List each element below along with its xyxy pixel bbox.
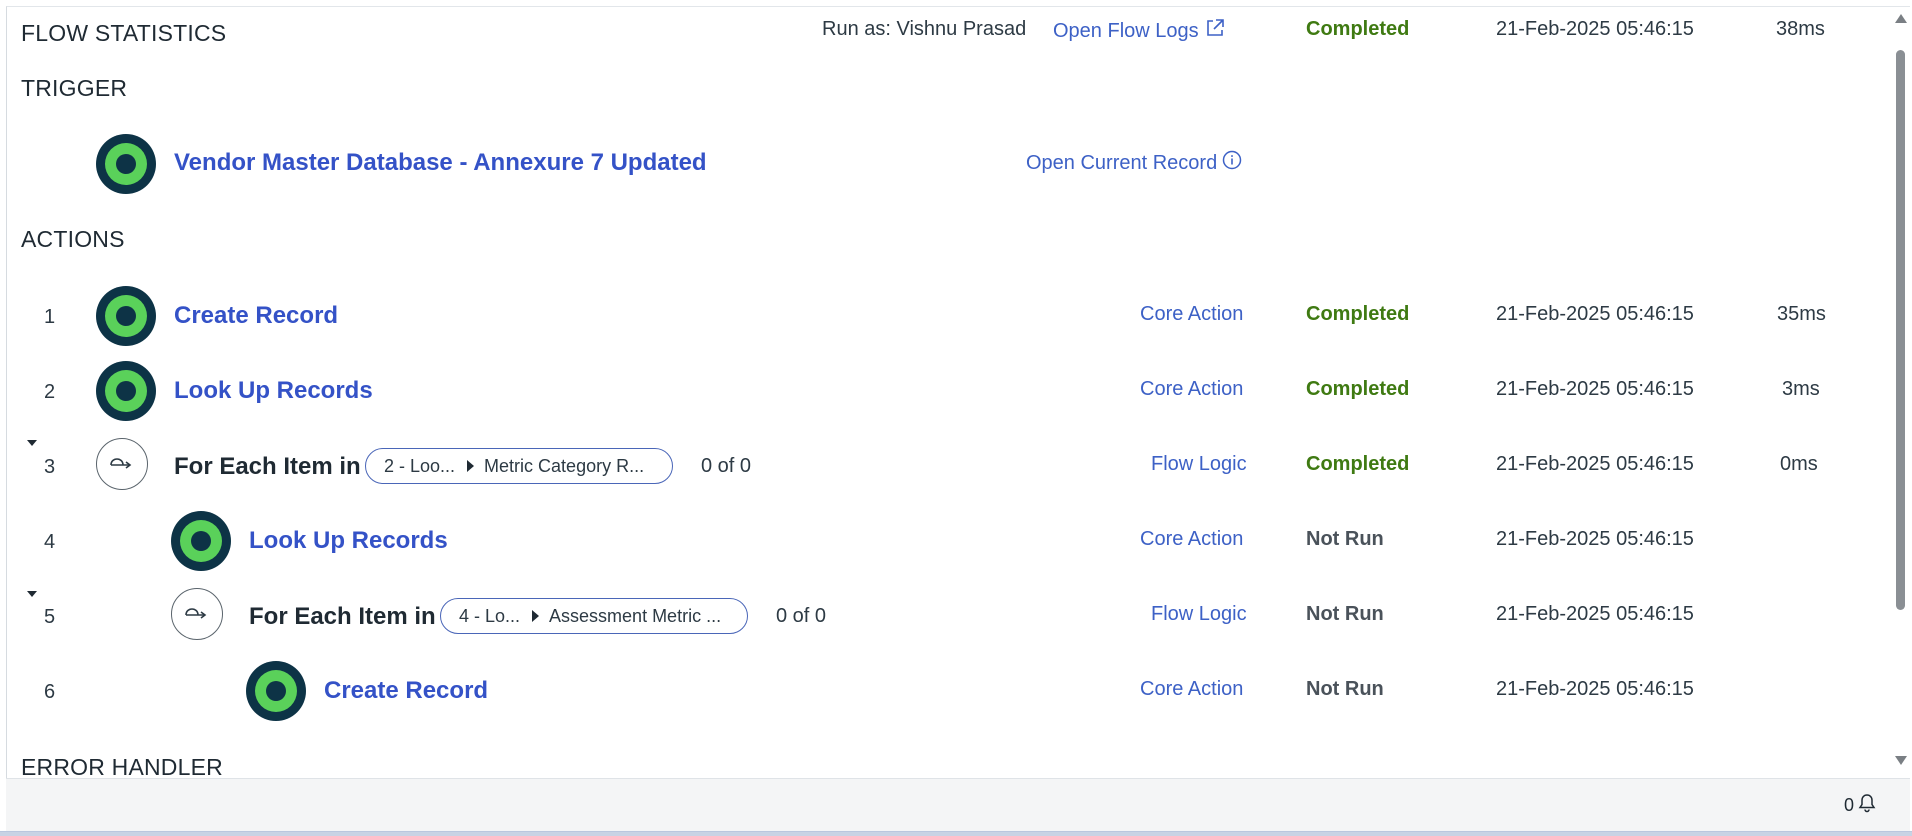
action-timestamp: 21-Feb-2025 05:46:15: [1496, 678, 1694, 700]
bell-icon: [1858, 793, 1876, 818]
action-status: Completed: [1306, 453, 1410, 475]
trigger-record-icon: [96, 134, 156, 194]
action-duration: 3ms: [1782, 378, 1820, 400]
action-title[interactable]: Create Record: [324, 677, 488, 705]
flow-timestamp: 21-Feb-2025 05:46:15: [1496, 18, 1694, 40]
data-pill[interactable]: 4 - Lo... Assessment Metric ...: [440, 598, 748, 634]
action-title[interactable]: Look Up Records: [174, 377, 373, 405]
pill-step-label: 2 - Loo...: [384, 455, 456, 476]
collapse-chevron-icon[interactable]: [27, 440, 37, 446]
action-number: 3: [44, 456, 56, 478]
loop-icon: [96, 438, 148, 490]
action-type[interactable]: Core Action: [1140, 528, 1243, 551]
action-duration: 35ms: [1777, 303, 1826, 325]
action-number: 2: [44, 381, 56, 403]
external-link-icon: [1205, 18, 1225, 44]
flow-duration: 38ms: [1776, 18, 1825, 40]
action-timestamp: 21-Feb-2025 05:46:15: [1496, 528, 1694, 550]
scroll-up-arrow-icon[interactable]: [1895, 14, 1907, 23]
flow-status: Completed: [1306, 18, 1410, 40]
action-number: 1: [44, 306, 56, 328]
notification-count: 0: [1843, 795, 1854, 815]
action-type[interactable]: Flow Logic: [1151, 453, 1247, 476]
action-type[interactable]: Core Action: [1140, 678, 1243, 701]
action-timestamp: 21-Feb-2025 05:46:15: [1496, 453, 1694, 475]
action-duration: 0ms: [1780, 453, 1818, 475]
action-title: For Each Item in: [249, 603, 436, 630]
loop-icon: [171, 588, 223, 640]
page-title: FLOW STATISTICS: [21, 20, 227, 46]
footer-bar: 0: [6, 778, 1910, 831]
action-timestamp: 21-Feb-2025 05:46:15: [1496, 303, 1694, 325]
section-actions: ACTIONS: [21, 226, 125, 252]
action-type[interactable]: Core Action: [1140, 378, 1243, 401]
scroll-down-arrow-icon[interactable]: [1895, 756, 1907, 765]
action-number: 6: [44, 681, 56, 703]
action-status: Completed: [1306, 378, 1410, 400]
data-pill[interactable]: 2 - Loo... Metric Category R...: [365, 448, 673, 484]
action-type[interactable]: Core Action: [1140, 303, 1243, 326]
run-as-label: Run as: Vishnu Prasad: [822, 18, 1027, 40]
action-timestamp: 21-Feb-2025 05:46:15: [1496, 603, 1694, 625]
pill-step-label: 4 - Lo...: [459, 605, 521, 626]
info-icon: [1222, 150, 1242, 176]
open-flow-logs-label: Open Flow Logs: [1053, 19, 1199, 42]
pill-field-label: Assessment Metric ...: [549, 605, 722, 626]
action-status: Not Run: [1306, 603, 1384, 625]
core-action-icon: [246, 661, 306, 721]
action-title: For Each Item in: [174, 453, 361, 480]
action-type[interactable]: Flow Logic: [1151, 603, 1247, 626]
section-error-handler: ERROR HANDLER: [21, 754, 223, 780]
iteration-count: 0 of 0: [701, 455, 752, 477]
caret-right-icon: [467, 460, 475, 472]
caret-right-icon: [532, 610, 540, 622]
action-number: 5: [44, 606, 56, 628]
window-bottom-border: [0, 831, 1912, 836]
open-flow-logs-link[interactable]: Open Flow Logs: [1053, 18, 1225, 44]
open-current-record-link[interactable]: Open Current Record: [1026, 150, 1242, 176]
core-action-icon: [96, 286, 156, 346]
action-number: 4: [44, 531, 56, 553]
core-action-icon: [171, 511, 231, 571]
core-action-icon: [96, 361, 156, 421]
notification-indicator[interactable]: 0: [1844, 793, 1876, 818]
action-timestamp: 21-Feb-2025 05:46:15: [1496, 378, 1694, 400]
action-status: Not Run: [1306, 528, 1384, 550]
action-status: Completed: [1306, 303, 1410, 325]
vertical-scrollbar[interactable]: [1892, 8, 1910, 768]
open-current-record-label: Open Current Record: [1026, 151, 1218, 174]
section-trigger: TRIGGER: [21, 75, 128, 101]
action-status: Not Run: [1306, 678, 1384, 700]
trigger-title[interactable]: Vendor Master Database - Annexure 7 Upda…: [174, 149, 707, 177]
iteration-count: 0 of 0: [776, 605, 827, 627]
pill-field-label: Metric Category R...: [484, 455, 645, 476]
action-title[interactable]: Create Record: [174, 302, 338, 330]
scrollbar-thumb[interactable]: [1896, 50, 1905, 610]
collapse-chevron-icon[interactable]: [27, 591, 37, 597]
action-title[interactable]: Look Up Records: [249, 527, 448, 555]
